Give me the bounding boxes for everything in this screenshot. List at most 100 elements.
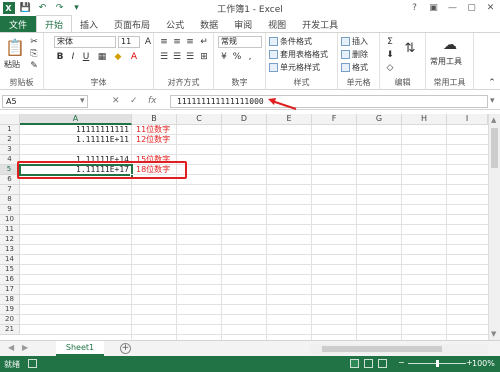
paste-icon[interactable]: 📋 (5, 36, 25, 58)
row-header-17[interactable]: 17 (0, 285, 20, 295)
tab-file[interactable]: 文件 (0, 16, 37, 32)
align-left-icon[interactable]: ☰ (158, 51, 170, 63)
column-header-h[interactable]: H (402, 114, 447, 125)
comma-icon[interactable]: , (244, 51, 256, 63)
page-layout-view-icon[interactable] (364, 359, 373, 368)
column-header-b[interactable]: B (132, 114, 177, 125)
align-center-icon[interactable]: ☰ (171, 51, 183, 63)
tab-data[interactable]: 数据 (192, 16, 226, 32)
horizontal-scrollbar[interactable] (310, 344, 488, 354)
row-header-13[interactable]: 13 (0, 245, 20, 255)
column-header-i[interactable]: I (447, 114, 488, 125)
column-header-d[interactable]: D (222, 114, 267, 125)
copy-icon[interactable]: ⎘ (28, 48, 40, 60)
row-header-12[interactable]: 12 (0, 235, 20, 245)
vertical-scrollbar[interactable]: ▲ ▼ (488, 114, 500, 340)
formula-input[interactable]: 111111111111111000 (170, 95, 488, 108)
format-cells-button[interactable]: 格式 (341, 61, 368, 73)
zoom-slider-knob[interactable] (436, 360, 439, 367)
chevron-down-icon[interactable]: ▾ (80, 96, 85, 106)
cell-styles-button[interactable]: 单元格样式 (269, 61, 320, 73)
percent-icon[interactable]: % (231, 51, 243, 63)
common-tools-button[interactable]: 常用工具 (430, 55, 462, 67)
column-header-f[interactable]: F (312, 114, 357, 125)
collapse-ribbon-icon[interactable]: ⌃ (486, 77, 498, 89)
common-tools-icon[interactable]: ☁ (440, 36, 460, 54)
tab-insert[interactable]: 插入 (72, 16, 106, 32)
row-header-11[interactable]: 11 (0, 225, 20, 235)
page-break-view-icon[interactable] (378, 359, 387, 368)
row-header-1[interactable]: 1 (0, 125, 20, 135)
border-icon[interactable]: ▦ (96, 51, 108, 63)
zoom-level[interactable]: 100% (472, 359, 495, 368)
cut-icon[interactable]: ✂ (28, 36, 40, 48)
tab-formulas[interactable]: 公式 (158, 16, 192, 32)
sheet-prev-icon[interactable]: ◀ (8, 343, 14, 352)
macro-record-icon[interactable] (28, 359, 37, 368)
align-middle-icon[interactable]: ≡ (171, 36, 183, 48)
sheet-tab-sheet1[interactable]: Sheet1 (56, 341, 104, 356)
delete-cells-button[interactable]: 删除 (341, 48, 368, 60)
expand-formula-icon[interactable]: ▾ (490, 96, 495, 106)
row-header-21[interactable]: 21 (0, 325, 20, 335)
vertical-scroll-thumb[interactable] (491, 128, 498, 168)
align-bottom-icon[interactable]: ≡ (184, 36, 196, 48)
cell-a2[interactable]: 1.11111E+11 (20, 135, 132, 145)
fill-color-icon[interactable]: ◆ (112, 51, 124, 63)
underline-icon[interactable]: U (80, 51, 92, 63)
cell-a1[interactable]: 11111111111 (20, 125, 132, 135)
minimize-button[interactable]: — (443, 0, 462, 16)
bold-icon[interactable]: B (54, 51, 66, 63)
sheet-next-icon[interactable]: ▶ (22, 343, 28, 352)
row-header-9[interactable]: 9 (0, 205, 20, 215)
tab-developer[interactable]: 开发工具 (294, 16, 346, 32)
fill-icon[interactable]: ⬇ (384, 49, 396, 61)
row-header-10[interactable]: 10 (0, 215, 20, 225)
wrap-text-icon[interactable]: ↵ (198, 36, 210, 48)
sort-filter-icon[interactable]: ⇅ (400, 36, 420, 60)
enter-icon[interactable]: ✓ (130, 96, 138, 106)
scroll-down-icon[interactable]: ▼ (491, 330, 496, 338)
format-painter-icon[interactable]: ✎ (28, 60, 40, 72)
align-top-icon[interactable]: ≡ (158, 36, 170, 48)
column-header-e[interactable]: E (267, 114, 312, 125)
scroll-up-icon[interactable]: ▲ (491, 116, 496, 124)
cell-b1[interactable]: 11位数字 (132, 125, 192, 135)
zoom-out-button[interactable]: − (398, 358, 405, 367)
align-right-icon[interactable]: ☰ (184, 51, 196, 63)
cancel-icon[interactable]: ✕ (112, 96, 120, 106)
insert-cells-button[interactable]: 插入 (341, 35, 368, 47)
name-box[interactable]: A5 (2, 95, 88, 108)
insert-function-icon[interactable]: fx (148, 96, 157, 106)
grow-font-icon[interactable]: A (142, 36, 154, 48)
customize-qat-icon[interactable]: ▾ (70, 2, 83, 15)
column-header-g[interactable]: G (357, 114, 402, 125)
row-header-15[interactable]: 15 (0, 265, 20, 275)
tab-review[interactable]: 审阅 (226, 16, 260, 32)
format-as-table-button[interactable]: 套用表格格式 (269, 48, 328, 60)
add-sheet-button[interactable]: + (120, 343, 131, 354)
font-color-icon[interactable]: A (128, 51, 140, 63)
row-header-18[interactable]: 18 (0, 295, 20, 305)
row-header-20[interactable]: 20 (0, 315, 20, 325)
conditional-format-button[interactable]: 条件格式 (269, 35, 312, 47)
normal-view-icon[interactable] (350, 359, 359, 368)
paste-button[interactable]: 粘贴 (4, 58, 20, 70)
merge-icon[interactable]: ⊞ (198, 51, 210, 63)
help-button[interactable]: ? (405, 0, 424, 16)
currency-icon[interactable]: ¥ (218, 51, 230, 63)
horizontal-scroll-thumb[interactable] (322, 346, 442, 352)
column-header-a[interactable]: A (20, 114, 132, 125)
italic-icon[interactable]: I (67, 51, 79, 63)
autosum-icon[interactable]: Σ (384, 36, 396, 48)
redo-icon[interactable]: ↷ (53, 2, 66, 15)
row-header-8[interactable]: 8 (0, 195, 20, 205)
cell-b2[interactable]: 12位数字 (132, 135, 192, 145)
row-header-14[interactable]: 14 (0, 255, 20, 265)
row-header-16[interactable]: 16 (0, 275, 20, 285)
row-header-19[interactable]: 19 (0, 305, 20, 315)
tab-page-layout[interactable]: 页面布局 (106, 16, 158, 32)
row-header-2[interactable]: 2 (0, 135, 20, 145)
tab-view[interactable]: 视图 (260, 16, 294, 32)
row-header-3[interactable]: 3 (0, 145, 20, 155)
